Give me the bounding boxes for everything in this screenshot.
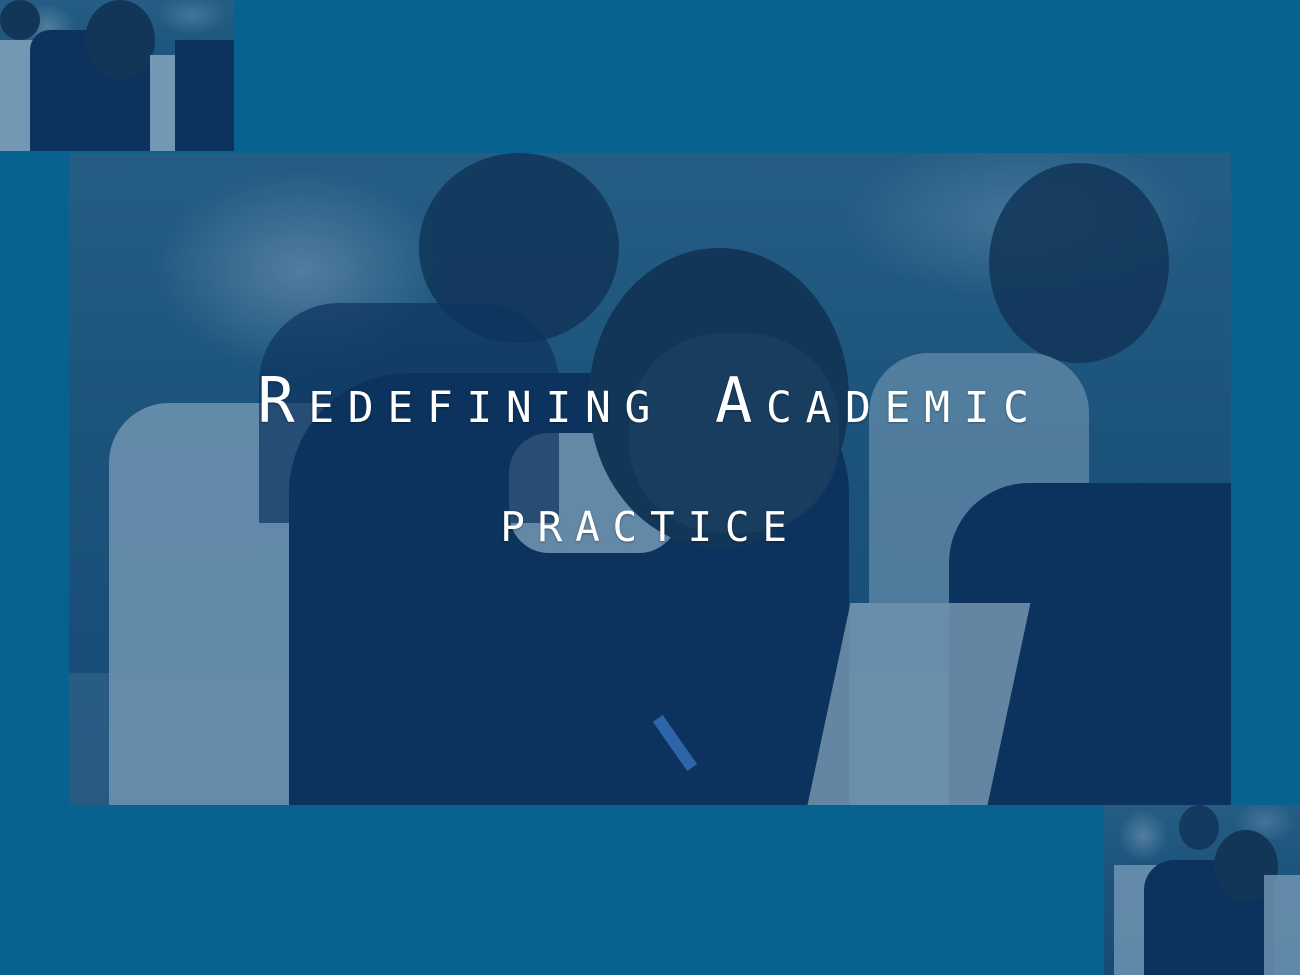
title-line-1: Redefining Academic <box>257 364 1043 437</box>
corner-photo-top-left <box>0 0 234 151</box>
title-line-2: practice <box>500 487 800 555</box>
photo-tint <box>1104 805 1300 975</box>
photo-tint <box>0 0 234 151</box>
corner-photo-bottom-right <box>1104 805 1300 975</box>
slide-title: Redefining Academic practice <box>69 364 1231 555</box>
slide: Redefining Academic practice <box>0 0 1300 975</box>
